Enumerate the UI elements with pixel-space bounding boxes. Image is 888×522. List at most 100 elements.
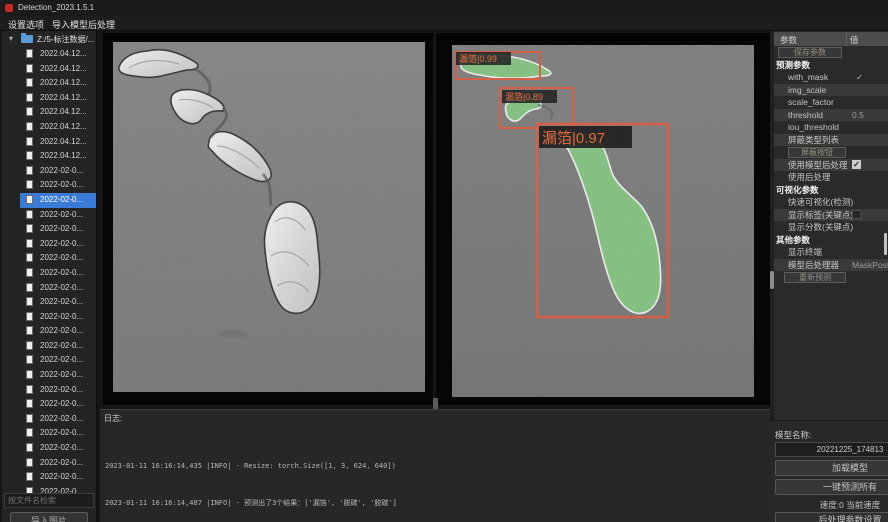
tree-item-label: 2022-02-0...: [40, 399, 83, 408]
tree-item[interactable]: 2022-02-0...: [2, 339, 96, 354]
tree-item[interactable]: 2022-02-0...: [2, 281, 96, 296]
file-icon: [26, 370, 33, 379]
tree-item-label: 2022-02-0...: [40, 341, 83, 350]
file-icon: [26, 78, 33, 87]
param-row-use-model-postprocess[interactable]: 使用模型后处理✓: [774, 159, 888, 172]
param-row-iou-threshold[interactable]: iou_threshold: [774, 121, 888, 134]
tree-item[interactable]: 2022-02-0...: [2, 251, 96, 266]
title-bar: Detection_2023.1.5.1: [0, 0, 888, 16]
param-row-show-labels[interactable]: 显示标签(关键点): [774, 209, 888, 222]
param-row-model-postprocessor[interactable]: 模型后处理器MaskPostPro: [774, 259, 888, 272]
tree-item[interactable]: 2022.04.12...: [2, 62, 96, 77]
original-image-panel[interactable]: [103, 33, 433, 405]
checkbox-checked[interactable]: ✓: [852, 160, 861, 169]
tree-item[interactable]: 2022-02-0...: [2, 237, 96, 252]
log-panel: 日志: 2023-01-11 16:16:14,435 |INFO| - Res…: [100, 409, 770, 522]
tree-item[interactable]: 2022-02-0...: [2, 368, 96, 383]
tree-item-label: 2022-02-0...: [40, 443, 83, 452]
save-params-button[interactable]: 保存参数: [778, 47, 842, 58]
param-row-mask-button: 屏蔽按钮: [774, 146, 888, 159]
file-icon: [26, 428, 33, 437]
file-icon: [26, 64, 33, 73]
param-row-scale-factor[interactable]: scale_factor: [774, 96, 888, 109]
tree-item-label: 2022-02-0...: [40, 166, 83, 175]
splitter-handle[interactable]: [433, 398, 438, 409]
file-icon: [26, 49, 33, 58]
file-icon: [26, 253, 33, 262]
tree-item-label: 2022-02-0...: [40, 458, 83, 467]
tree-item[interactable]: 2022-02-0...: [2, 397, 96, 412]
param-row-fast-visualization[interactable]: 快速可视化(检测): [774, 196, 888, 209]
tree-item-label: 2022-02-0...: [40, 253, 83, 262]
postprocess-settings-button[interactable]: 后处理参数设置: [775, 512, 888, 522]
file-icon: [26, 472, 33, 481]
prediction-image-panel[interactable]: 漏箔|0.99 漏箔|0.89 漏箔|0.97: [436, 33, 770, 405]
search-input[interactable]: [4, 493, 94, 508]
tree-item-label: 2022-02-0...: [40, 224, 83, 233]
tree-item-label: 2022.04.12...: [40, 78, 87, 87]
tree-item[interactable]: 2022-02-0...: [2, 441, 96, 456]
tree-item[interactable]: 2022-02-0...: [2, 310, 96, 325]
tree-item[interactable]: 2022.04.12...: [2, 47, 96, 62]
tree-item[interactable]: 2022.04.12...: [2, 105, 96, 120]
param-row-use-postprocess[interactable]: 使用后处理: [774, 171, 888, 184]
tree-item[interactable]: 2022.04.12...: [2, 76, 96, 91]
tree-item[interactable]: 2022-02-0...: [2, 426, 96, 441]
menu-item-settings[interactable]: 设置选项: [8, 18, 44, 31]
tree-item[interactable]: 2022-02-0...: [2, 222, 96, 237]
param-row-show-scores[interactable]: 显示分数(关键点): [774, 221, 888, 234]
file-icon: [26, 268, 33, 277]
tree-item[interactable]: 2022-02-0: [2, 485, 96, 493]
repredict-button[interactable]: 重新预测: [784, 272, 846, 283]
import-images-button[interactable]: 导入图片: [10, 512, 88, 522]
tree-item[interactable]: 2022-02-0...: [2, 456, 96, 471]
tree-item[interactable]: 2022.04.12...: [2, 91, 96, 106]
params-rows: 保存参数 预测参数 with_mask✓ img_scale scale_fac…: [774, 46, 888, 284]
predict-all-button[interactable]: 一键预测所有: [775, 479, 888, 495]
param-section-visualization: 可视化参数: [774, 184, 888, 197]
tree-item[interactable]: 2022-02-0...: [2, 164, 96, 179]
log-title: 日志:: [104, 413, 122, 424]
tree-item[interactable]: 2022.04.12...: [2, 149, 96, 164]
model-name-field[interactable]: 20221225_174813: [775, 442, 888, 457]
tree-item[interactable]: 2022-02-0...: [2, 470, 96, 485]
tree-root[interactable]: ▾ Z:/5-标注数据/...: [2, 33, 96, 46]
tree-item-label: 2022.04.12...: [40, 151, 87, 160]
tree-item[interactable]: 2022-02-0...: [2, 383, 96, 398]
param-row-with-mask[interactable]: with_mask✓: [774, 71, 888, 84]
tree-item-label: 2022.04.12...: [40, 122, 87, 131]
tree-item[interactable]: 2022-02-0...: [2, 412, 96, 427]
param-section-predict: 预测参数: [774, 59, 888, 72]
param-row-show-terminal[interactable]: 显示终端: [774, 246, 888, 259]
file-icon: [26, 166, 33, 175]
tree-item[interactable]: 2022.04.12...: [2, 120, 96, 135]
tree-item[interactable]: 2022-02-0...: [2, 266, 96, 281]
params-right-scrollbar-thumb[interactable]: [884, 233, 887, 255]
tree-item[interactable]: 2022.04.12...: [2, 135, 96, 150]
prediction-image: 漏箔|0.99 漏箔|0.89 漏箔|0.97: [452, 45, 754, 397]
file-icon: [26, 239, 33, 248]
folder-icon: [21, 35, 33, 43]
tree-item-label: 2022-02-0...: [40, 195, 83, 204]
params-header-value: 值: [850, 34, 859, 46]
menu-item-import-postprocess[interactable]: 导入模型后处理: [52, 18, 115, 31]
tree-item-label: 2022-02-0...: [40, 239, 83, 248]
chevron-down-icon[interactable]: ▾: [9, 34, 13, 43]
tree-item[interactable]: 2022-02-0...: [2, 193, 96, 208]
param-row-threshold[interactable]: threshold0.5: [774, 109, 888, 122]
tree-item[interactable]: 2022-02-0...: [2, 295, 96, 310]
checkbox-unchecked[interactable]: [852, 210, 861, 219]
tree-item[interactable]: 2022-02-0...: [2, 353, 96, 368]
file-icon: [26, 137, 33, 146]
param-row-mask-type-list[interactable]: 屏蔽类型列表: [774, 134, 888, 147]
param-row-img-scale[interactable]: img_scale: [774, 84, 888, 97]
mask-button[interactable]: 屏蔽按钮: [788, 147, 846, 158]
threshold-value[interactable]: 0.5: [852, 109, 864, 122]
tree-item[interactable]: 2022-02-0...: [2, 208, 96, 223]
file-tree-panel: ▾ Z:/5-标注数据/... 2022.04.12... 2022.04.12…: [2, 31, 97, 522]
menu-bar: 设置选项 导入模型后处理: [0, 16, 888, 31]
load-model-button[interactable]: 加载模型: [775, 460, 888, 476]
tree-item-label: 2022-02-0...: [40, 268, 83, 277]
tree-item[interactable]: 2022-02-0...: [2, 324, 96, 339]
tree-item[interactable]: 2022-02-0...: [2, 178, 96, 193]
